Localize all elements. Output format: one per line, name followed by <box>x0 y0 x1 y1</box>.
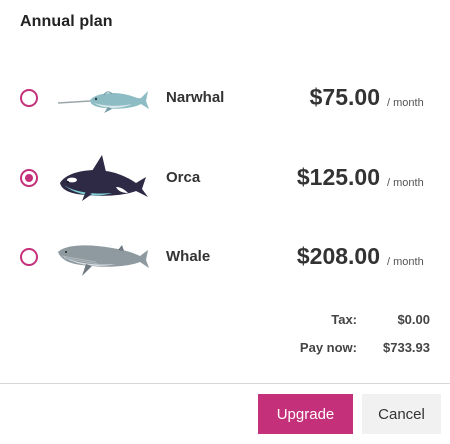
plan-radio-orca[interactable] <box>20 169 38 187</box>
plan-option-orca[interactable]: Orca $125.00 / month <box>0 148 450 208</box>
price-period: / month <box>387 256 424 268</box>
plan-radio-whale[interactable] <box>20 248 38 266</box>
annual-plan-dialog: Annual plan Narwhal $75.00 / month Orca … <box>0 0 450 444</box>
upgrade-button[interactable]: Upgrade <box>258 394 353 434</box>
tax-label: Tax: <box>331 312 357 327</box>
orca-icon <box>60 155 148 201</box>
plan-price: $125.00 <box>296 164 380 190</box>
tax-value: $0.00 <box>397 312 430 327</box>
price-period: / month <box>387 177 424 189</box>
pay-now-label: Pay now: <box>299 340 357 355</box>
plan-option-whale[interactable]: Whale $208.00 / month <box>0 227 450 287</box>
narwhal-icon <box>57 91 149 113</box>
plan-price: $75.00 <box>309 84 380 110</box>
plan-price: $208.00 <box>296 243 380 269</box>
plan-name: Narwhal <box>166 89 225 106</box>
dialog-title: Annual plan <box>20 13 113 30</box>
plan-name: Orca <box>166 169 201 186</box>
footer-divider <box>0 383 450 384</box>
whale-icon <box>58 245 149 276</box>
plan-radio-narwhal[interactable] <box>20 89 38 107</box>
plan-option-narwhal[interactable]: Narwhal $75.00 / month <box>0 68 450 128</box>
plan-name: Whale <box>166 248 211 265</box>
price-period: / month <box>387 97 424 109</box>
pay-now-value: $733.93 <box>383 340 430 355</box>
cancel-button[interactable]: Cancel <box>362 394 441 434</box>
